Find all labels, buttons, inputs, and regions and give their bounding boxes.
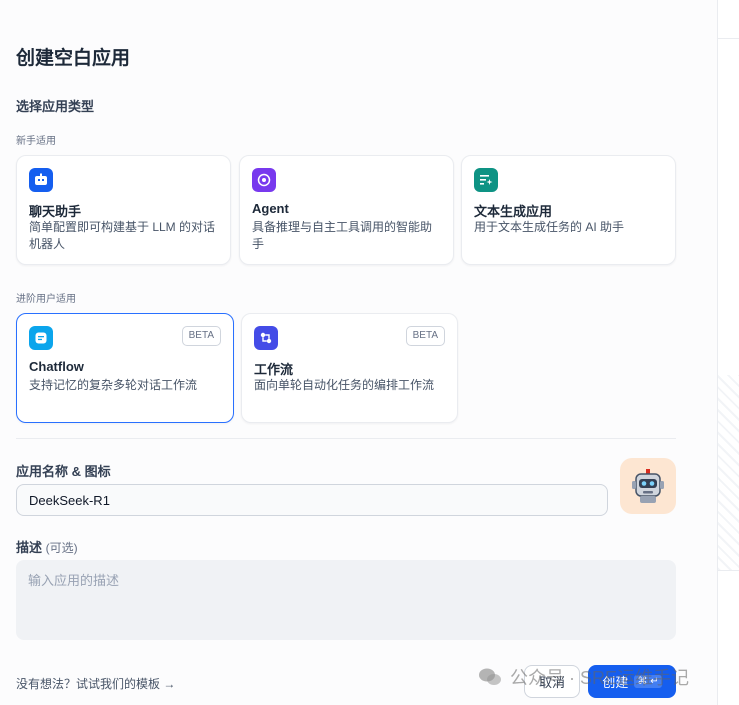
panel-hatch — [718, 375, 739, 570]
app-type-section-label: 选择应用类型 — [16, 99, 95, 114]
description-label-text: 描述 — [16, 540, 43, 555]
cancel-button[interactable]: 取消 — [524, 665, 580, 698]
app-type-card-chat[interactable]: 聊天助手 简单配置即可构建基于 LLM 的对话机器人 — [16, 155, 231, 265]
app-type-card-chatflow[interactable]: BETA Chatflow 支持记忆的复杂多轮对话工作流 — [16, 313, 234, 423]
wechat-icon — [479, 668, 501, 685]
chat-bot-icon — [29, 168, 53, 192]
card-description: 简单配置即可构建基于 LLM 的对话机器人 — [29, 220, 216, 251]
description-input[interactable] — [16, 560, 676, 640]
card-description: 用于文本生成任务的 AI 助手 — [474, 220, 625, 234]
app-type-card-agent[interactable]: Agent 具备推理与自主工具调用的智能助手 — [239, 155, 454, 265]
beta-badge: BETA — [405, 326, 445, 346]
create-button-label: 创建 — [602, 675, 629, 690]
create-app-dialog: 创建空白应用 选择应用类型 新手适用 聊天助手 简单配置即可构建基于 LLM 的… — [0, 0, 717, 705]
create-button[interactable]: 创建 ⌘ ↵ — [588, 665, 676, 698]
app-name-label: 应用名称 & 图标 — [16, 464, 111, 479]
card-description: 支持记忆的复杂多轮对话工作流 — [29, 378, 198, 392]
agent-brain-icon — [252, 168, 276, 192]
beginner-group-label: 新手适用 — [16, 136, 56, 147]
background-panel — [717, 0, 739, 705]
app-type-card-text-generation[interactable]: 文本生成应用 用于文本生成任务的 AI 助手 — [461, 155, 676, 265]
chatflow-icon — [29, 326, 53, 350]
text-sparkle-icon — [474, 168, 498, 192]
template-link[interactable]: 没有想法？试试我们的模板 → — [16, 675, 175, 692]
workflow-icon — [254, 326, 278, 350]
panel-divider — [718, 570, 739, 571]
optional-hint: (可选) — [45, 541, 78, 555]
app-name-input[interactable] — [16, 484, 608, 516]
description-label: 描述 (可选) — [16, 537, 78, 556]
card-title: Chatflow — [29, 359, 84, 374]
app-type-card-workflow[interactable]: BETA 工作流 面向单轮自动化任务的编排工作流 — [241, 313, 458, 423]
section-divider — [16, 438, 676, 439]
shortcut-hint: ⌘ ↵ — [634, 675, 662, 688]
card-description: 具备推理与自主工具调用的智能助手 — [252, 220, 433, 251]
card-title: 工作流 — [254, 362, 294, 377]
advanced-group-label: 进阶用户适用 — [16, 294, 76, 305]
robot-avatar-icon[interactable] — [620, 458, 676, 514]
card-title: Agent — [252, 201, 289, 216]
card-title: 聊天助手 — [29, 204, 82, 219]
dialog-title: 创建空白应用 — [16, 48, 131, 69]
card-description: 面向单轮自动化任务的编排工作流 — [254, 378, 435, 392]
beta-badge: BETA — [181, 326, 221, 346]
panel-divider — [718, 38, 739, 39]
card-title: 文本生成应用 — [474, 204, 553, 219]
